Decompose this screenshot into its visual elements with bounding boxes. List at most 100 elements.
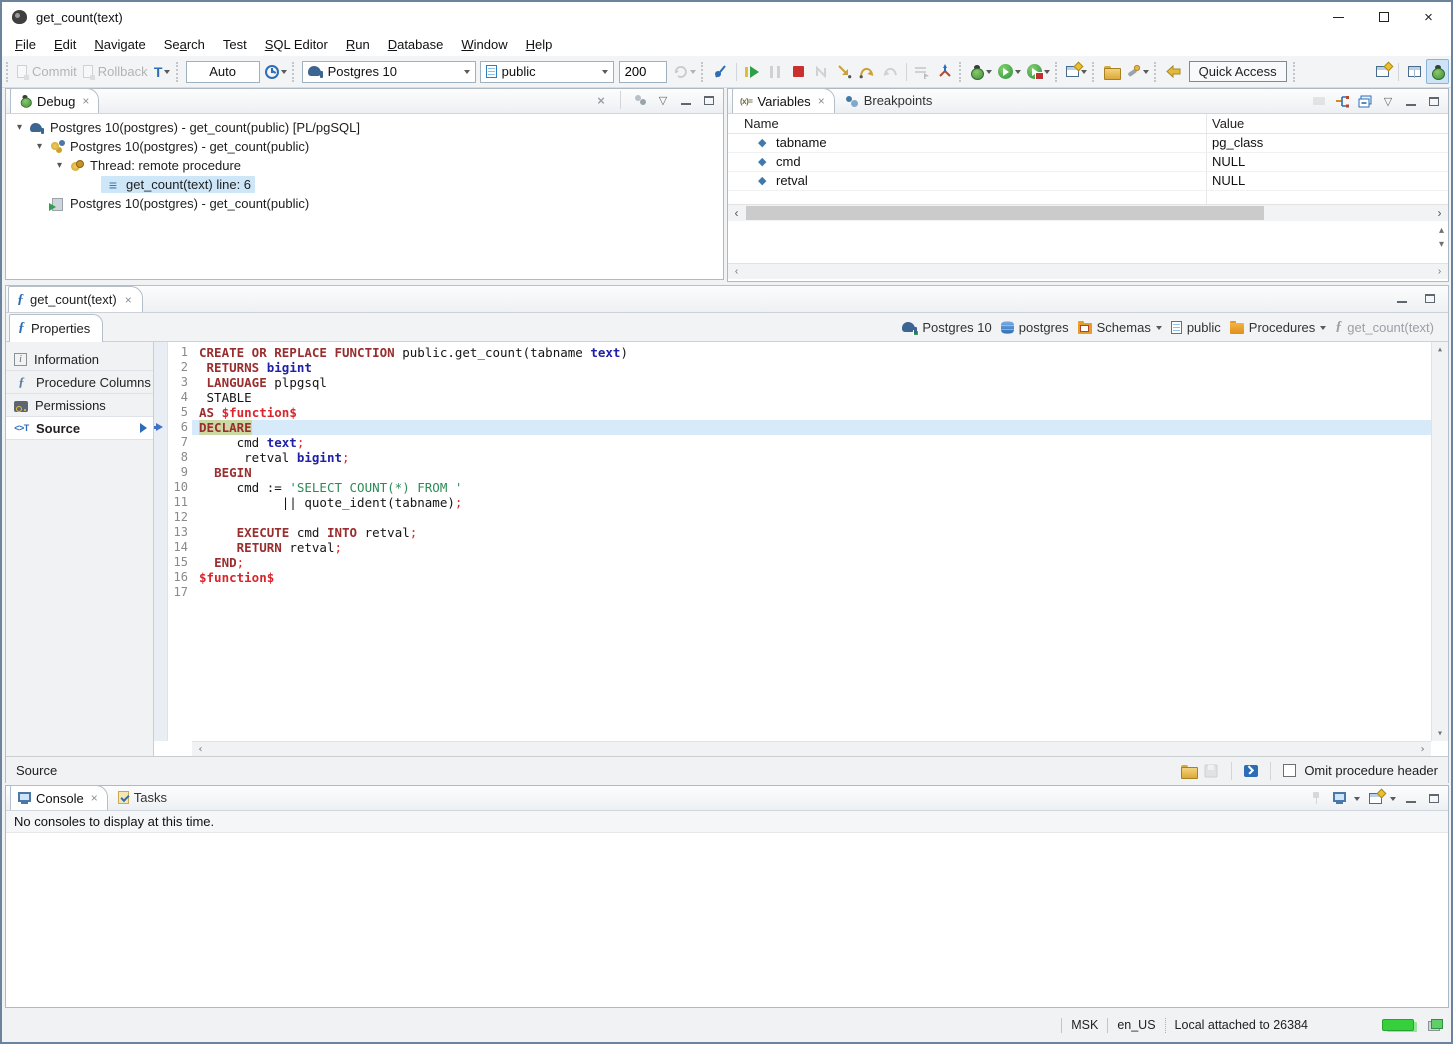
scroll-up-icon[interactable]: ▴	[1432, 344, 1448, 355]
progress-indicator[interactable]	[1382, 1019, 1414, 1031]
dropdown-icon[interactable]	[1390, 796, 1396, 804]
close-icon[interactable]: ×	[125, 293, 132, 307]
debug-tree-item[interactable]: ≡ get_count(text) line: 6	[6, 175, 723, 194]
timezone-indicator[interactable]: MSK	[1071, 1018, 1098, 1032]
menu-window[interactable]: Window	[452, 37, 516, 52]
menu-navigate[interactable]: Navigate	[85, 37, 154, 52]
show-command-button[interactable]	[911, 59, 934, 84]
code-line-8[interactable]: retval bigint;	[192, 450, 1431, 465]
code-line-15[interactable]: END;	[192, 555, 1431, 570]
code-line-10[interactable]: cmd := 'SELECT COUNT(*) FROM '	[192, 480, 1431, 495]
variable-row[interactable]: ◆ retval NULL	[728, 172, 1448, 191]
menu-database[interactable]: Database	[379, 37, 453, 52]
rollback-button[interactable]: Rollback	[80, 59, 151, 84]
pause-button[interactable]	[764, 59, 787, 84]
debug-tree-item[interactable]: ▾ Thread: remote procedure	[6, 156, 723, 175]
minimize-view-button[interactable]	[678, 92, 694, 108]
scroll-right-icon[interactable]: ›	[1431, 264, 1448, 279]
view-menu-button[interactable]: ▽	[655, 92, 671, 108]
debug-tree-item[interactable]: ▾ Postgres 10(postgres) - get_count(publi…	[6, 118, 723, 137]
maximize-view-button[interactable]	[1426, 790, 1442, 806]
show-logical-structure-button[interactable]	[1334, 93, 1350, 109]
remove-terminated-button[interactable]: ×	[593, 92, 609, 108]
maximize-window-button[interactable]	[1361, 2, 1406, 32]
code-line-2[interactable]: RETURNS bigint	[192, 360, 1431, 375]
variables-hscrollbar[interactable]: ‹ ›	[728, 204, 1448, 221]
value-column-header[interactable]: Value	[1212, 116, 1244, 131]
close-icon[interactable]: ×	[82, 94, 89, 108]
scroll-left-icon[interactable]: ‹	[192, 742, 209, 756]
minimize-view-button[interactable]	[1403, 93, 1419, 109]
expand-icon[interactable]: ▾	[14, 122, 25, 133]
variable-row[interactable]: ◆ tabname pg_class	[728, 134, 1448, 153]
resume-button[interactable]	[741, 59, 764, 84]
omit-procedure-header-checkbox[interactable]	[1283, 764, 1297, 777]
new-wizard-button[interactable]	[1063, 59, 1090, 84]
connection-select[interactable]: Postgres 10	[301, 60, 476, 83]
scroll-down-icon[interactable]: ▾	[1432, 728, 1448, 739]
show-type-names-button[interactable]	[1311, 93, 1327, 109]
menu-edit[interactable]: Edit	[45, 37, 85, 52]
maximize-view-button[interactable]	[701, 92, 717, 108]
breadcrumb-schemas[interactable]: Schemas	[1077, 320, 1162, 335]
variable-detail-pane[interactable]: ▴ ▾	[728, 221, 1448, 263]
code-line-7[interactable]: cmd text;	[192, 435, 1431, 450]
close-icon[interactable]: ×	[91, 791, 98, 805]
scroll-left-icon[interactable]: ‹	[728, 264, 745, 279]
scroll-right-icon[interactable]: ›	[1414, 742, 1431, 756]
code-line-16[interactable]: $function$	[192, 570, 1431, 585]
fetch-size-input[interactable]	[618, 60, 667, 83]
minimize-view-button[interactable]	[1403, 790, 1419, 806]
code-text[interactable]: CREATE OR REPLACE FUNCTION public.get_co…	[192, 342, 1431, 741]
schema-select[interactable]: public	[479, 60, 614, 83]
debug-menu-button[interactable]	[967, 59, 995, 84]
link-with-debug-button[interactable]	[934, 59, 957, 84]
background-jobs-icon[interactable]	[1428, 1019, 1443, 1031]
open-perspective-button[interactable]	[1371, 59, 1394, 84]
open-console-button[interactable]	[1367, 788, 1386, 806]
display-console-button[interactable]	[1331, 790, 1347, 806]
breadcrumb-public[interactable]: public	[1170, 320, 1221, 335]
commit-mode-select[interactable]: Auto	[185, 60, 260, 83]
breadcrumb-procedures[interactable]: Procedures	[1229, 320, 1327, 335]
menu-sql-editor[interactable]: SQL Editor	[256, 37, 337, 52]
code-line-1[interactable]: CREATE OR REPLACE FUNCTION public.get_co…	[192, 345, 1431, 360]
minimize-editor-button[interactable]	[1394, 290, 1410, 306]
menu-search[interactable]: Search	[155, 37, 214, 52]
stop-button[interactable]	[787, 59, 810, 84]
transaction-log-button[interactable]	[262, 59, 290, 84]
minimize-window-button[interactable]	[1316, 2, 1361, 32]
debug-perspective-button[interactable]	[1426, 59, 1449, 84]
code-line-12[interactable]	[192, 510, 1431, 525]
editor-tab[interactable]: ƒ get_count(text) ×	[8, 286, 143, 312]
menu-test[interactable]: Test	[214, 37, 256, 52]
step-over-button[interactable]	[856, 59, 879, 84]
editor-hscrollbar[interactable]: ‹ ›	[192, 741, 1431, 756]
last-edit-location-button[interactable]	[1162, 59, 1185, 84]
dropdown-icon[interactable]	[1354, 796, 1360, 804]
variable-row[interactable]: ◆ cmd NULL	[728, 153, 1448, 172]
view-menu-button[interactable]: ▽	[1380, 93, 1396, 109]
line-number-ruler[interactable]: 1 2 3 4 5 6 7 8 9 10 11 12 13 14 15 16 17	[168, 342, 192, 741]
source-editor[interactable]: 1 2 3 4 5 6 7 8 9 10 11 12 13 14 15 16 17 CREATE OR REPL…	[154, 342, 1448, 756]
sidebar-item-permissions[interactable]: Permissions	[6, 394, 153, 417]
pin-console-button[interactable]	[1308, 790, 1324, 806]
transaction-mode-button[interactable]: T	[151, 59, 174, 84]
code-line-9[interactable]: BEGIN	[192, 465, 1431, 480]
disconnect-button[interactable]	[810, 59, 833, 84]
variables-tab[interactable]: (x)= Variables ×	[732, 88, 835, 113]
code-line-14[interactable]: RETURN retval;	[192, 540, 1431, 555]
sql-console-button[interactable]	[1244, 764, 1259, 777]
code-line-11[interactable]: || quote_ident(tabname);	[192, 495, 1431, 510]
editor-vscrollbar[interactable]: ▴ ▾	[1431, 342, 1448, 741]
debug-tree-item[interactable]: Postgres 10(postgres) - get_count(public…	[6, 194, 723, 213]
menu-run[interactable]: Run	[337, 37, 379, 52]
breakpoints-tab[interactable]: Breakpoints	[835, 88, 943, 113]
properties-tab[interactable]: ƒ Properties	[9, 313, 104, 342]
code-line-5[interactable]: AS $function$	[192, 405, 1431, 420]
code-line-4[interactable]: STABLE	[192, 390, 1431, 405]
maximize-editor-button[interactable]	[1422, 290, 1438, 306]
scrollbar-thumb[interactable]	[746, 206, 1264, 220]
maximize-view-button[interactable]	[1426, 93, 1442, 109]
step-return-button[interactable]	[879, 59, 902, 84]
